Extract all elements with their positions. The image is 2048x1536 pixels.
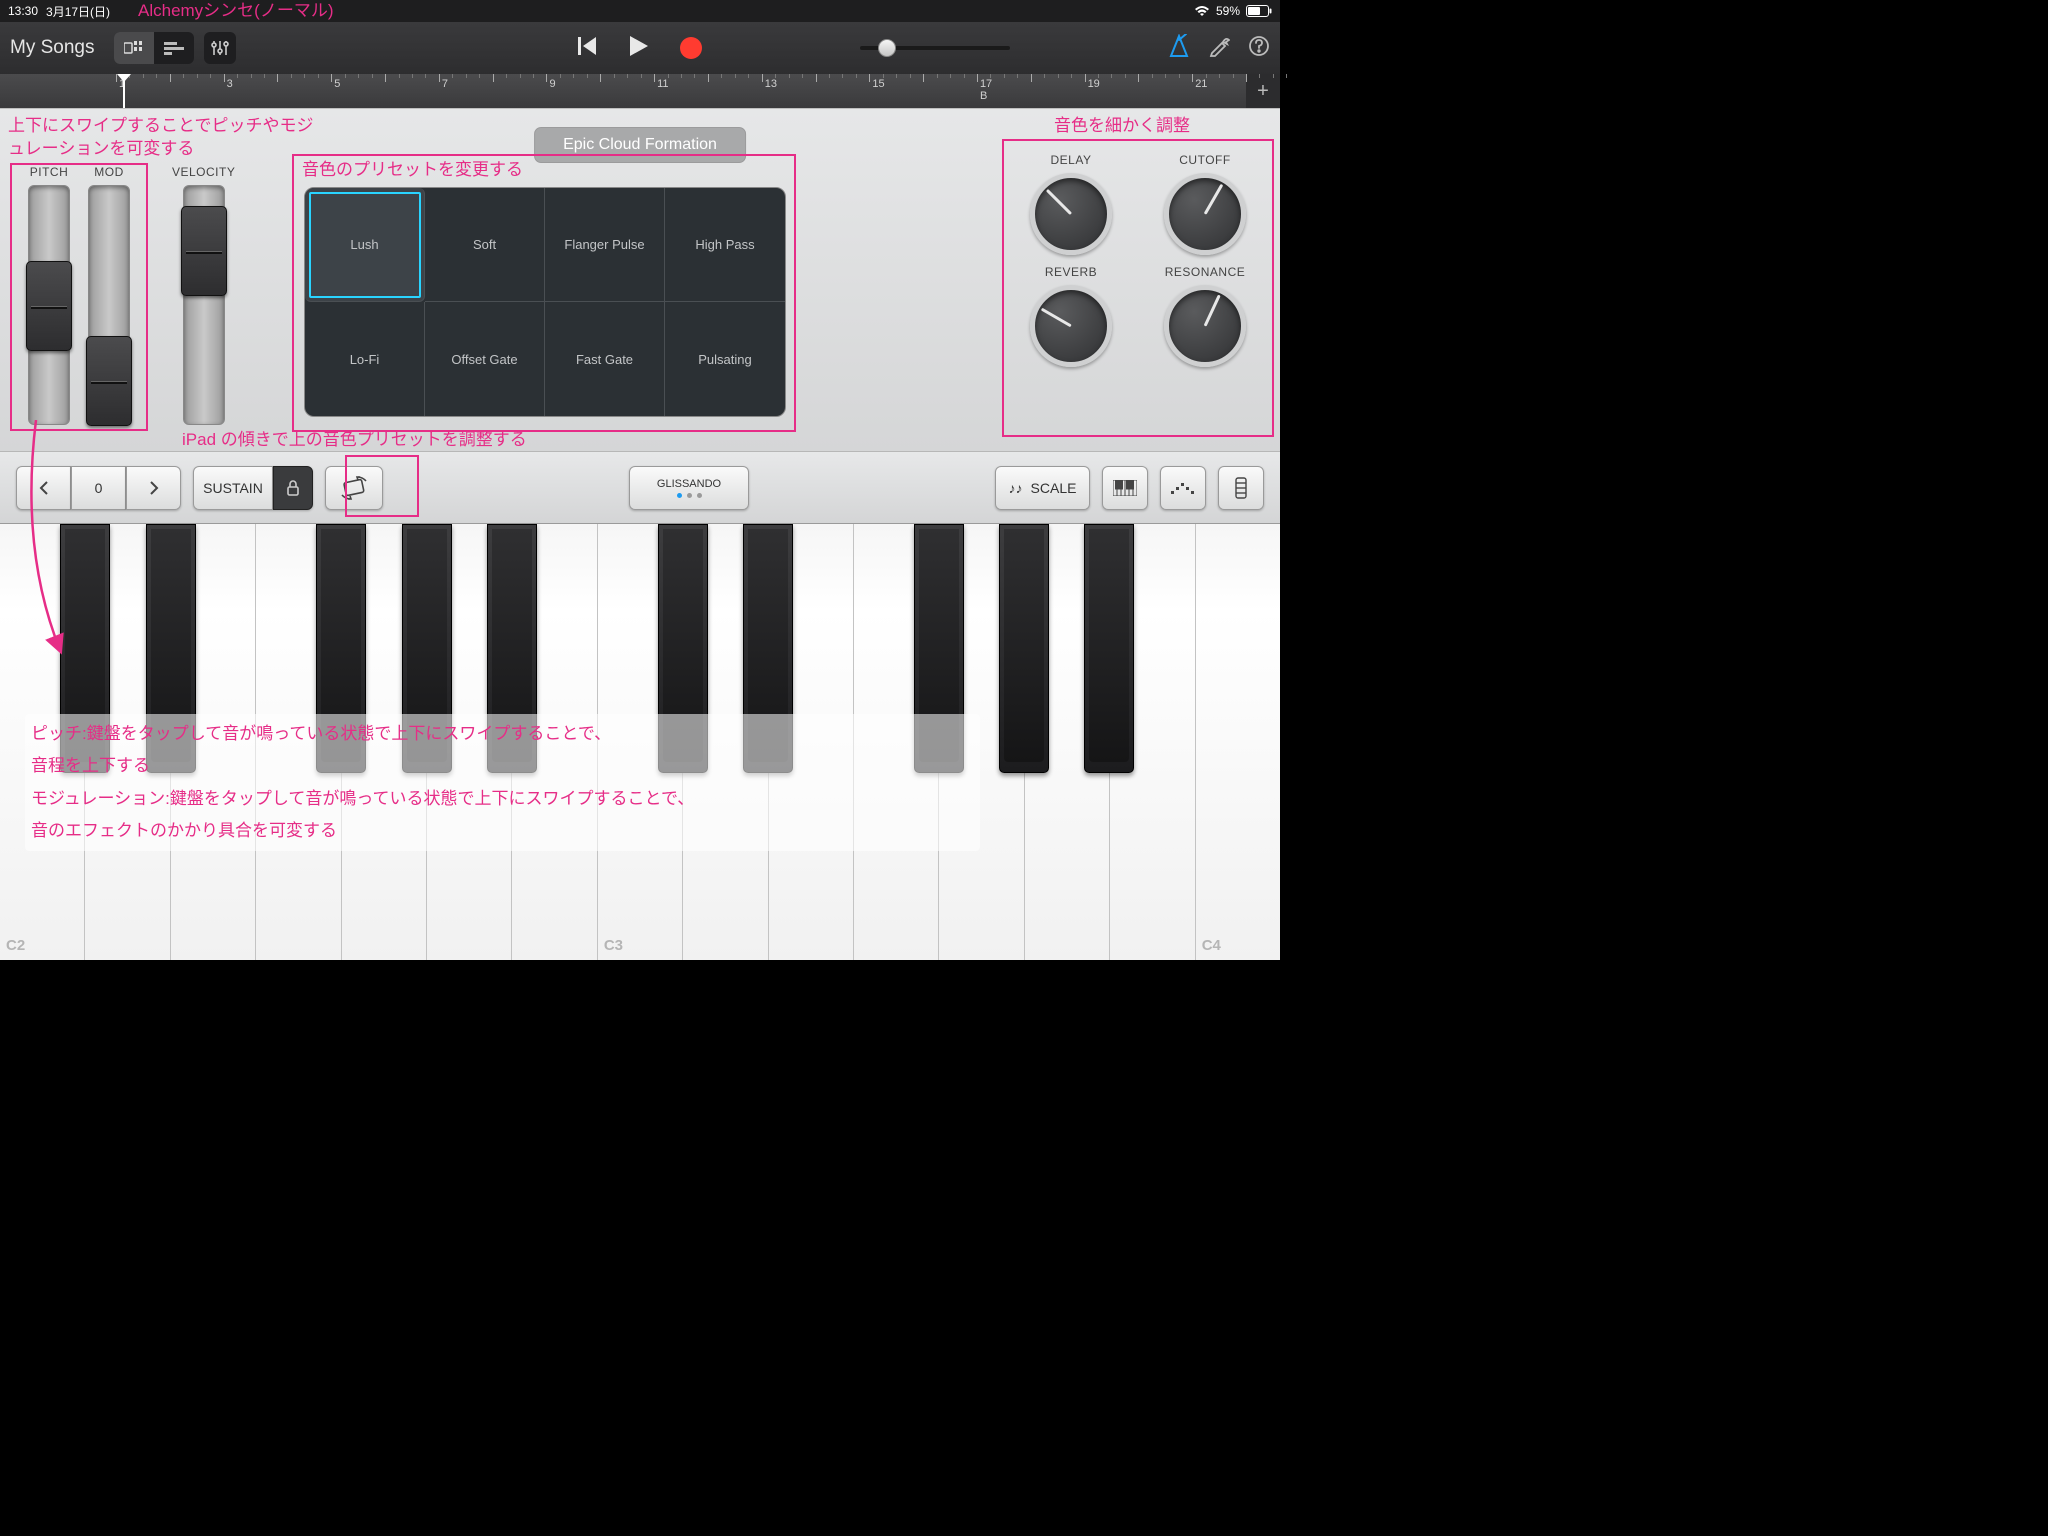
cutoff-knob[interactable]: [1164, 173, 1246, 255]
mod-label: MOD: [94, 165, 124, 179]
status-date: 3月17日(日): [46, 3, 110, 20]
black-key[interactable]: [1084, 524, 1134, 773]
black-key[interactable]: [146, 524, 196, 773]
annotation-preset: 音色のプリセットを変更する: [302, 159, 523, 182]
play-button[interactable]: [630, 36, 648, 61]
scale-button[interactable]: ♪♪ SCALE: [995, 466, 1090, 510]
resonance-label: RESONANCE: [1165, 265, 1246, 279]
pitch-slider[interactable]: [28, 185, 70, 425]
velocity-label: VELOCITY: [172, 165, 235, 179]
black-key[interactable]: [60, 524, 110, 773]
key-width-button[interactable]: [1218, 466, 1264, 510]
playhead[interactable]: [116, 74, 132, 108]
record-button[interactable]: [680, 37, 702, 59]
glissando-label: GLISSANDO: [657, 478, 721, 490]
sustain-lock-button[interactable]: [273, 466, 313, 510]
octave-value: 0: [71, 466, 126, 510]
tilt-button[interactable]: [325, 466, 383, 510]
pitch-label: PITCH: [30, 165, 69, 179]
black-key[interactable]: [402, 524, 452, 773]
sustain-group: SUSTAIN: [193, 466, 313, 510]
notes-icon: ♪♪: [1009, 480, 1023, 496]
octave-group: 0: [16, 466, 181, 510]
black-key[interactable]: [487, 524, 537, 773]
go-to-start-button[interactable]: [578, 37, 598, 60]
timeline-ruler[interactable]: 1357911131517B1921 +: [0, 74, 1280, 108]
preset-soft[interactable]: Soft: [425, 188, 545, 302]
transport-controls: [578, 36, 702, 61]
settings-button[interactable]: [1208, 35, 1230, 62]
keyboard-toolbar: 0 SUSTAIN GLISSANDO ♪♪ SCALE: [0, 451, 1280, 523]
piano-keyboard[interactable]: C2C3C4 ピッチ:鍵盤をタップして音が鳴っている状態で上下にスワイプすること…: [0, 523, 1280, 960]
preset-pulsating[interactable]: Pulsating: [665, 302, 785, 416]
preset-high-pass[interactable]: High Pass: [665, 188, 785, 302]
master-volume[interactable]: [860, 46, 1010, 50]
arpeggiator-button[interactable]: [1160, 466, 1206, 510]
delay-label: DELAY: [1051, 153, 1092, 167]
wifi-icon: [1194, 5, 1210, 17]
view-browser-icon[interactable]: [114, 32, 154, 64]
sustain-button[interactable]: SUSTAIN: [193, 466, 273, 510]
annotation-tilt: iPad の傾きで上の音色プリセットを調整する: [182, 429, 527, 452]
preset-lo-fi[interactable]: Lo-Fi: [305, 302, 425, 416]
preset-fast-gate[interactable]: Fast Gate: [545, 302, 665, 416]
mod-slider[interactable]: [88, 185, 130, 425]
reverb-knob[interactable]: [1030, 285, 1112, 367]
annotation-pitch-mod: 上下にスワイプすることでピッチやモジュレーションを可変する: [8, 115, 328, 161]
black-key[interactable]: [999, 524, 1049, 773]
cutoff-label: CUTOFF: [1179, 153, 1230, 167]
top-toolbar: My Songs: [0, 22, 1280, 74]
synth-panel: 上下にスワイプすることでピッチやモジュレーションを可変する PITCH MOD …: [0, 108, 1280, 451]
black-key[interactable]: [658, 524, 708, 773]
help-button[interactable]: [1248, 35, 1270, 62]
glissando-dots: [677, 493, 702, 498]
octave-down-button[interactable]: [16, 466, 71, 510]
annotation-knobs: 音色を細かく調整: [1054, 115, 1190, 138]
status-bar: 13:30 3月17日(日) 59%: [0, 0, 1280, 22]
knob-area: DELAY CUTOFF REVERB RESONANCE: [1008, 153, 1268, 367]
status-battery-pct: 59%: [1216, 4, 1240, 18]
resonance-knob[interactable]: [1164, 285, 1246, 367]
preset-offset-gate[interactable]: Offset Gate: [425, 302, 545, 416]
metronome-button[interactable]: [1168, 34, 1190, 63]
black-key[interactable]: [914, 524, 964, 773]
velocity-slider[interactable]: [183, 185, 225, 425]
black-key[interactable]: [316, 524, 366, 773]
black-key[interactable]: [743, 524, 793, 773]
scale-label: SCALE: [1031, 480, 1077, 496]
octave-up-button[interactable]: [126, 466, 181, 510]
my-songs-button[interactable]: My Songs: [10, 37, 94, 59]
status-time: 13:30: [8, 4, 38, 18]
add-section-button[interactable]: +: [1246, 74, 1280, 108]
preset-grid: LushSoftFlanger PulseHigh Pass Lo-FiOffse…: [304, 187, 786, 417]
preset-flanger-pulse[interactable]: Flanger Pulse: [545, 188, 665, 302]
glissando-button[interactable]: GLISSANDO: [629, 466, 749, 510]
keyboard-layout-button[interactable]: [1102, 466, 1148, 510]
view-segmented[interactable]: [114, 32, 194, 64]
delay-knob[interactable]: [1030, 173, 1112, 255]
preset-name-button[interactable]: Epic Cloud Formation: [534, 127, 746, 163]
battery-icon: [1246, 5, 1272, 17]
track-controls-button[interactable]: [204, 32, 236, 64]
view-tracks-icon[interactable]: [154, 32, 194, 64]
reverb-label: REVERB: [1045, 265, 1097, 279]
preset-lush[interactable]: Lush: [305, 188, 425, 302]
